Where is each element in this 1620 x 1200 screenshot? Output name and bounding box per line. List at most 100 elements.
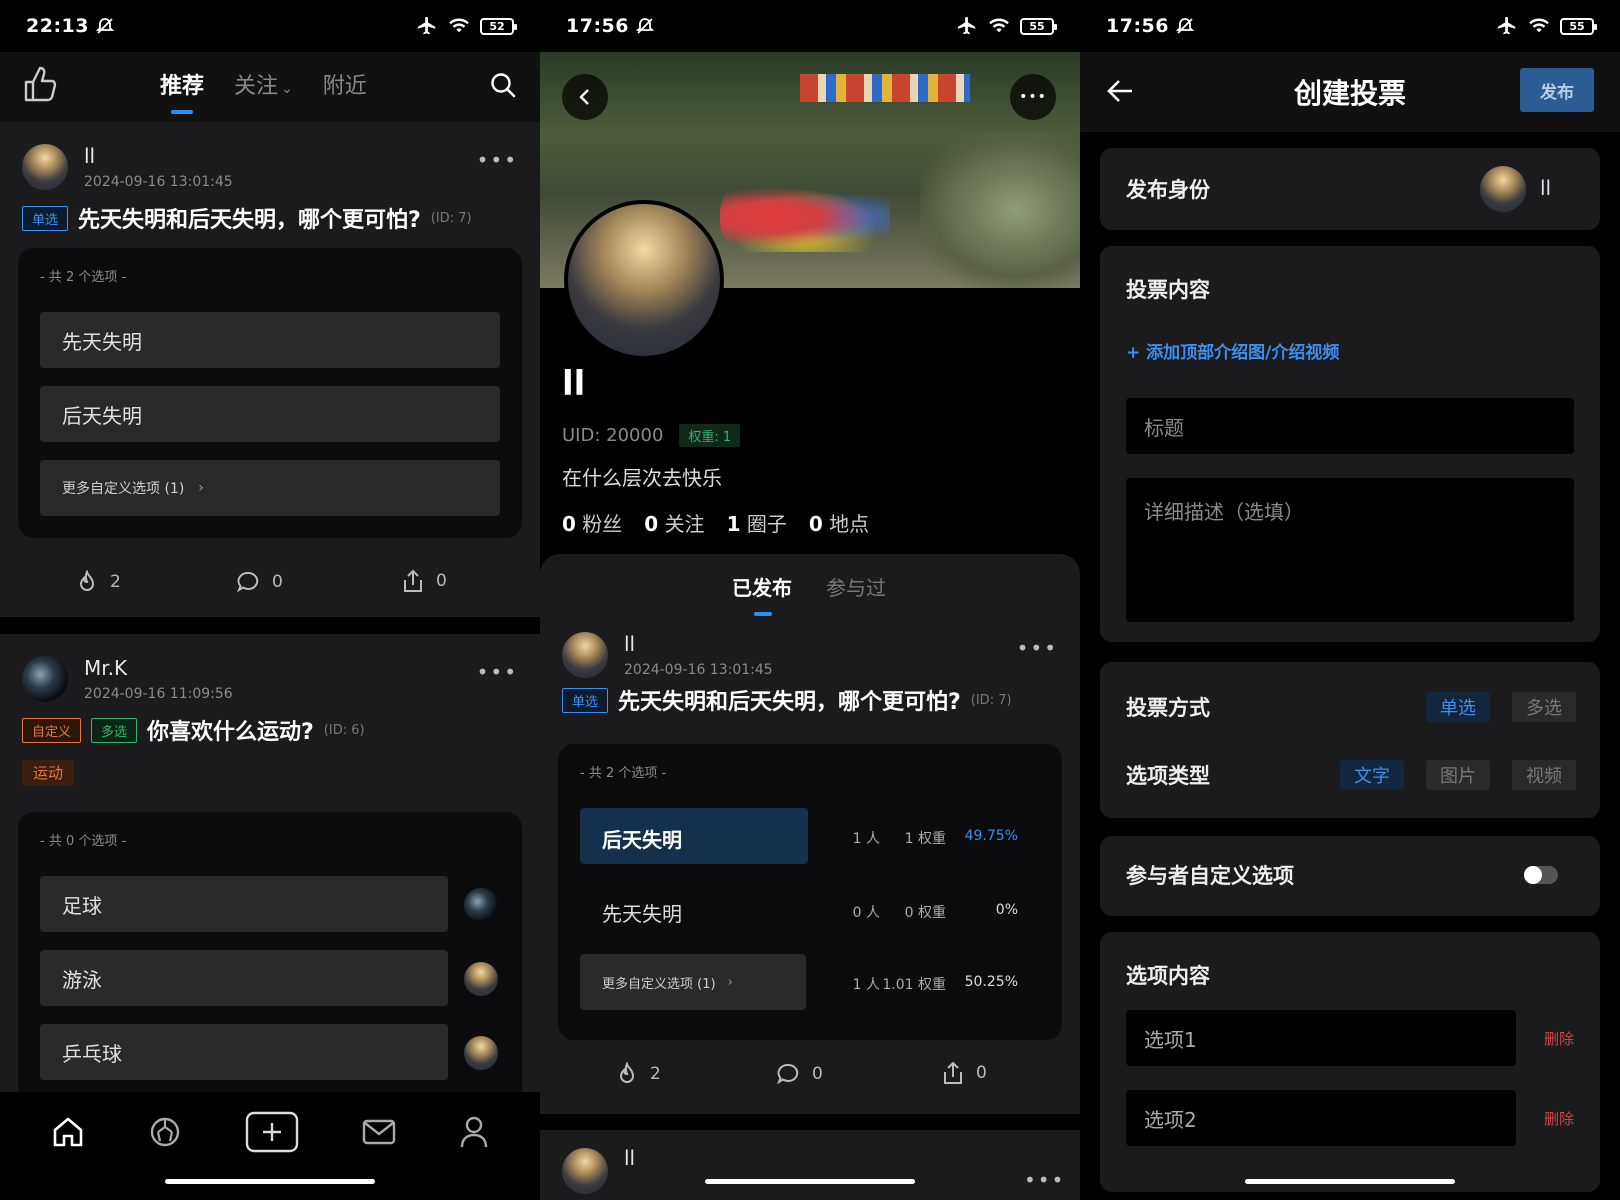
home-icon[interactable] xyxy=(51,1115,85,1149)
app-header: 创建投票 发布 xyxy=(1080,52,1620,132)
option-item[interactable]: 足球 xyxy=(40,876,448,932)
post-card[interactable]: ll ••• xyxy=(540,1130,1080,1200)
avatar[interactable] xyxy=(22,656,68,702)
profile-tabs: 已发布 参与过 xyxy=(732,572,886,601)
post-title[interactable]: 先天失明和后天失明，哪个更可怕? xyxy=(78,202,421,234)
more-icon[interactable]: ••• xyxy=(477,148,518,172)
description-input[interactable]: 详细描述（选填） xyxy=(1126,478,1574,622)
tag-single: 单选 xyxy=(22,205,69,231)
more-icon[interactable]: ••• xyxy=(477,660,518,684)
share-action[interactable]: 0 xyxy=(942,1060,987,1086)
create-post-icon[interactable] xyxy=(245,1111,299,1153)
more-custom-options[interactable]: 更多自定义选项 (1) › xyxy=(40,460,500,516)
result-row[interactable]: 后天失明 1 人 1 权重 49.75% xyxy=(580,808,1040,864)
profile-icon[interactable] xyxy=(459,1115,489,1149)
mode-single-chip[interactable]: 单选 xyxy=(1426,692,1490,722)
tab-nearby[interactable]: 附近 xyxy=(323,68,367,100)
like-action[interactable]: 2 xyxy=(616,1062,661,1086)
post-author[interactable]: ll xyxy=(624,632,773,656)
status-bar: 17:56 55 xyxy=(540,0,1080,52)
back-button[interactable] xyxy=(562,74,608,120)
option-item[interactable]: 乒乓球 xyxy=(40,1024,448,1080)
tab-participated[interactable]: 参与过 xyxy=(826,572,886,601)
mode-multi-chip[interactable]: 多选 xyxy=(1512,692,1576,722)
comment-icon xyxy=(237,571,259,593)
result-people: 0 人 xyxy=(852,905,880,921)
identity-section[interactable]: 发布身份 ll xyxy=(1100,148,1600,230)
post-card[interactable]: Mr.K 2024-09-16 11:09:56 ••• 自定义 多选 你喜欢什… xyxy=(0,634,540,1112)
flame-icon xyxy=(79,570,95,591)
tab-following[interactable]: 关注 ⌄ xyxy=(234,68,293,100)
more-icon[interactable]: ••• xyxy=(1024,1168,1065,1192)
results-box: - 共 2 个选项 - 后天失明 1 人 1 权重 49.75% 先天失明 0 … xyxy=(558,744,1062,1040)
option-item[interactable]: 后天失明 xyxy=(40,386,500,442)
discover-icon[interactable] xyxy=(148,1115,182,1149)
profile-content: 已发布 参与过 ll 2024-09-16 13:01:45 ••• 单选 先天… xyxy=(540,554,1080,1114)
post-title[interactable]: 先天失明和后天失明，哪个更可怕? xyxy=(618,684,961,716)
comment-action[interactable]: 0 xyxy=(776,1062,823,1086)
type-text-chip[interactable]: 文字 xyxy=(1340,760,1404,790)
result-percent: 50.25% xyxy=(964,974,1018,990)
stat-circles[interactable]: 1 圈子 xyxy=(727,508,787,537)
mute-icon xyxy=(1175,16,1195,36)
like-action[interactable]: 2 xyxy=(76,570,121,594)
comment-action[interactable]: 0 xyxy=(236,570,283,594)
result-row[interactable]: 先天失明 0 人 0 权重 0% xyxy=(580,882,1040,938)
thumbs-up-icon[interactable] xyxy=(22,64,58,104)
stat-following[interactable]: 0 关注 xyxy=(644,508,704,537)
topic-tag[interactable]: 运动 xyxy=(22,760,75,786)
option-count: - 共 2 个选项 - xyxy=(580,766,667,781)
bottom-nav xyxy=(0,1092,540,1172)
add-media-link[interactable]: + 添加顶部介绍图/介绍视频 xyxy=(1126,338,1339,363)
stat-places[interactable]: 0 地点 xyxy=(809,508,869,537)
identity-label: 发布身份 xyxy=(1126,178,1210,202)
post-author[interactable]: ll xyxy=(624,1146,635,1170)
more-custom-options[interactable]: 更多自定义选项 (1) › xyxy=(580,954,806,1010)
avatar[interactable] xyxy=(22,144,68,190)
airplane-icon xyxy=(1496,15,1518,37)
post-title[interactable]: 你喜欢什么运动? xyxy=(147,714,314,746)
type-video-chip[interactable]: 视频 xyxy=(1512,760,1576,790)
options-box: - 共 2 个选项 - 先天失明 后天失明 更多自定义选项 (1) › xyxy=(18,248,522,538)
back-arrow-icon[interactable] xyxy=(1106,78,1134,104)
type-label: 选项类型 xyxy=(1126,764,1210,788)
comment-icon xyxy=(777,1063,799,1085)
tab-recommend[interactable]: 推荐 xyxy=(160,68,204,100)
title-input[interactable]: 标题 xyxy=(1126,398,1574,454)
content-section: 投票内容 + 添加顶部介绍图/介绍视频 标题 详细描述（选填） xyxy=(1100,246,1600,642)
post-author[interactable]: Mr.K xyxy=(84,656,233,680)
post-time: 2024-09-16 13:01:45 xyxy=(624,662,773,678)
content-label: 投票内容 xyxy=(1126,278,1210,302)
tab-published[interactable]: 已发布 xyxy=(732,572,792,601)
share-action[interactable]: 0 xyxy=(402,568,447,594)
avatar[interactable] xyxy=(562,632,608,678)
stat-fans[interactable]: 0 粉丝 xyxy=(562,508,622,537)
home-indicator xyxy=(705,1179,915,1184)
post-card[interactable]: ll 2024-09-16 13:01:45 ••• 单选 先天失明和后天失明，… xyxy=(0,122,540,617)
profile-avatar[interactable] xyxy=(564,200,724,360)
search-icon[interactable] xyxy=(490,72,516,98)
more-options-button[interactable]: ••• xyxy=(1010,74,1056,120)
result-weight: 1 权重 xyxy=(904,831,946,847)
result-weight: 0 权重 xyxy=(904,905,946,921)
avatar[interactable] xyxy=(562,1148,608,1194)
option-item[interactable]: 先天失明 xyxy=(40,312,500,368)
option-item[interactable]: 游泳 xyxy=(40,950,448,1006)
post-time: 2024-09-16 11:09:56 xyxy=(84,686,233,702)
option-input[interactable]: 选项1 xyxy=(1126,1010,1516,1066)
result-row[interactable]: 更多自定义选项 (1) › 1 人 1.01 权重 50.25% xyxy=(580,954,1040,1010)
post-author[interactable]: ll xyxy=(84,144,233,168)
custom-option-toggle[interactable] xyxy=(1524,866,1558,884)
flame-icon xyxy=(619,1062,635,1083)
publish-button[interactable]: 发布 xyxy=(1520,68,1594,112)
option-input[interactable]: 选项2 xyxy=(1126,1090,1516,1146)
delete-option-button[interactable]: 删除 xyxy=(1544,1108,1574,1129)
mode-label: 投票方式 xyxy=(1126,696,1210,720)
mail-icon[interactable] xyxy=(362,1117,396,1147)
tag-custom: 自定义 xyxy=(22,717,82,743)
delete-option-button[interactable]: 删除 xyxy=(1544,1028,1574,1049)
battery-icon: 55 xyxy=(1020,17,1057,35)
type-image-chip[interactable]: 图片 xyxy=(1426,760,1490,790)
more-icon[interactable]: ••• xyxy=(1017,636,1058,660)
status-bar: 22:13 52 xyxy=(0,0,540,52)
